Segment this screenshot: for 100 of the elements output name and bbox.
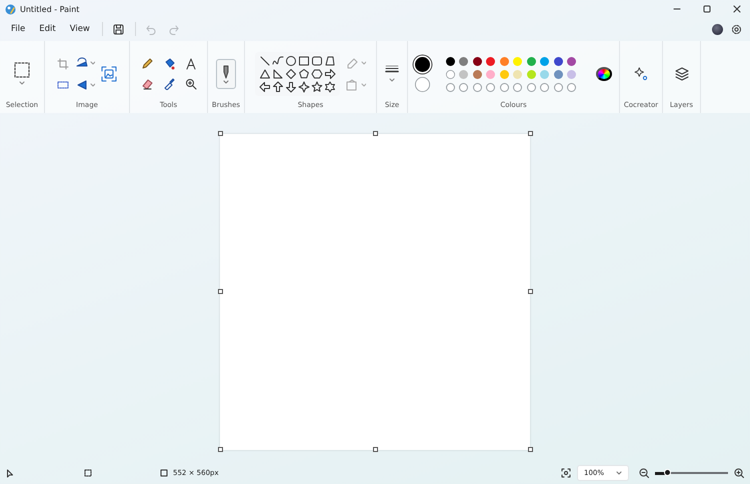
color-swatch[interactable] — [459, 70, 468, 78]
resize-handle[interactable] — [218, 447, 222, 452]
slider-thumb[interactable] — [664, 469, 671, 476]
resize-handle[interactable] — [218, 289, 222, 294]
empty-color-slot[interactable] — [459, 82, 468, 92]
oval-shape-button[interactable] — [285, 55, 297, 67]
right-arrow-shape-button[interactable] — [324, 68, 336, 80]
color-swatch[interactable] — [472, 70, 482, 78]
eraser-button[interactable] — [140, 78, 152, 90]
resize-handle[interactable] — [372, 131, 378, 136]
right-triangle-shape-button[interactable] — [272, 68, 284, 80]
resize-handle[interactable] — [218, 131, 222, 136]
empty-color-slot[interactable] — [526, 82, 536, 92]
empty-color-slot[interactable] — [486, 82, 496, 92]
size-button[interactable] — [385, 64, 399, 84]
triangle-shape-icon — [259, 68, 271, 80]
up-arrow-shape-button[interactable] — [272, 81, 284, 93]
empty-color-slot[interactable] — [500, 82, 509, 92]
size-icon — [385, 64, 399, 84]
resize-handle[interactable] — [528, 131, 532, 136]
empty-color-slot[interactable] — [513, 82, 522, 92]
four-point-star-shape-button[interactable] — [298, 81, 310, 93]
resize-handle[interactable] — [372, 447, 378, 452]
color-swatch[interactable] — [459, 56, 468, 66]
polygon-shape-button[interactable] — [324, 55, 336, 67]
right-triangle-shape-icon — [272, 68, 284, 80]
four-point-star-shape-icon — [298, 81, 310, 93]
empty-color-slot[interactable] — [567, 82, 576, 92]
zoom-out-button[interactable] — [639, 468, 649, 478]
current-color-button[interactable] — [414, 76, 430, 92]
zoom-in-button[interactable] — [734, 468, 744, 478]
hexagon-shape-icon — [311, 68, 323, 80]
layers-icon — [674, 67, 688, 81]
triangle-shape-button[interactable] — [259, 68, 271, 80]
color-wheel-button[interactable] — [596, 67, 612, 81]
empty-color-slot[interactable] — [472, 82, 482, 92]
empty-color-slot[interactable] — [554, 82, 563, 92]
color-swatch[interactable] — [486, 56, 496, 66]
diamond-shape-button[interactable] — [285, 68, 297, 80]
color-swatch[interactable] — [472, 56, 482, 66]
selection-tool[interactable] — [14, 62, 30, 86]
line-shape-button[interactable] — [259, 55, 271, 67]
rotate-button[interactable] — [75, 57, 95, 69]
left-arrow-shape-button[interactable] — [259, 81, 271, 93]
flip-icon — [75, 79, 95, 91]
menu-item[interactable]: File — [4, 21, 32, 37]
curve-shape-button[interactable] — [272, 55, 284, 67]
color-swatch[interactable] — [526, 70, 536, 78]
color-swatch[interactable] — [567, 56, 576, 66]
color-swatch[interactable] — [526, 56, 536, 66]
crop-button[interactable] — [57, 58, 69, 70]
settings-button[interactable] — [731, 24, 742, 34]
color-swatch[interactable] — [567, 70, 576, 78]
hexagon-shape-button[interactable] — [311, 68, 323, 80]
maximize-icon — [702, 4, 712, 14]
pencil-button[interactable] — [140, 58, 152, 70]
fit-to-window-button[interactable] — [561, 468, 571, 478]
color-picker-button[interactable] — [162, 78, 174, 90]
layers-button[interactable] — [674, 67, 688, 81]
empty-color-slot[interactable] — [446, 82, 455, 92]
color-swatch[interactable] — [554, 56, 563, 66]
color-swatch[interactable] — [540, 56, 550, 66]
color-swatch[interactable] — [446, 56, 455, 66]
menu-item[interactable]: View — [62, 21, 97, 37]
down-arrow-shape-button[interactable] — [285, 81, 297, 93]
line-shape-icon — [259, 55, 271, 67]
six-point-star-shape-button[interactable] — [324, 81, 336, 93]
fill-bucket-icon — [162, 58, 174, 70]
cocreator-button[interactable] — [634, 67, 648, 81]
flip-button[interactable] — [75, 79, 95, 91]
fill-bucket-button[interactable] — [162, 58, 174, 70]
color-swatch[interactable] — [513, 56, 522, 66]
color-swatch[interactable] — [554, 70, 563, 78]
color-swatch[interactable] — [446, 70, 455, 78]
current-color-button[interactable] — [414, 56, 430, 72]
zoom-slider[interactable] — [655, 469, 728, 477]
rectangle-shape-button[interactable] — [298, 55, 310, 67]
resize-handle[interactable] — [528, 447, 532, 452]
right-arrow-shape-icon — [324, 68, 336, 80]
pentagon-shape-button[interactable] — [298, 68, 310, 80]
brushes-button[interactable] — [216, 59, 236, 89]
five-point-star-shape-button[interactable] — [311, 81, 323, 93]
diamond-shape-icon — [285, 68, 297, 80]
color-swatch[interactable] — [500, 56, 509, 66]
profile-avatar[interactable] — [712, 24, 723, 34]
resize-button[interactable] — [57, 80, 69, 90]
menu-item[interactable]: Edit — [32, 21, 63, 37]
color-swatch[interactable] — [500, 70, 509, 78]
resize-handle[interactable] — [528, 289, 532, 294]
image-select-button[interactable] — [101, 66, 117, 82]
up-arrow-shape-icon — [272, 81, 284, 93]
empty-color-slot[interactable] — [540, 82, 550, 92]
color-swatch[interactable] — [486, 70, 496, 78]
color-swatch[interactable] — [540, 70, 550, 78]
settings-icon — [731, 24, 742, 34]
text-button[interactable] — [184, 58, 196, 70]
rounded-rectangle-shape-button[interactable] — [311, 55, 323, 67]
pentagon-shape-icon — [298, 68, 310, 80]
magnifier-button[interactable] — [184, 78, 196, 90]
color-swatch[interactable] — [513, 70, 522, 78]
